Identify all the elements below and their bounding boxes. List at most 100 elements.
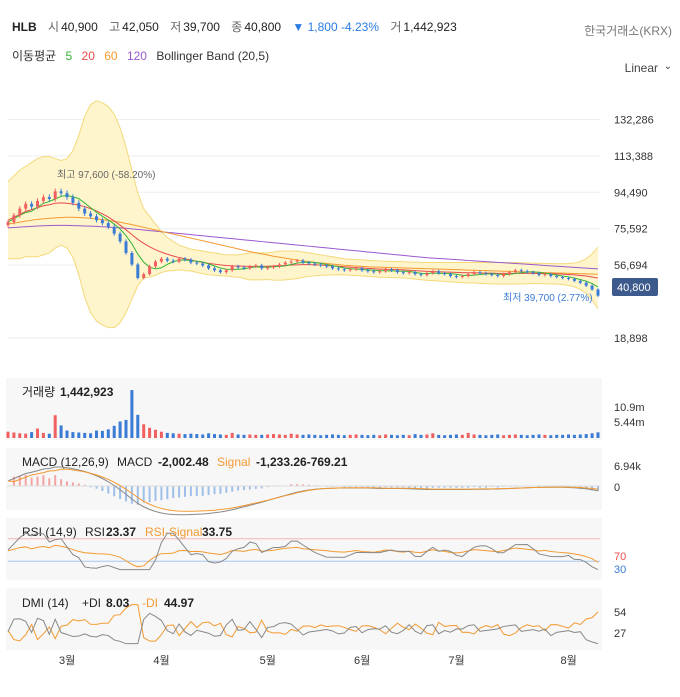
candle-body [124,241,128,253]
rsi-value: 23.37 [106,525,136,539]
macd-histogram-bar [136,486,139,505]
volume-bar [112,425,116,438]
candle-body [496,275,500,277]
volume-bar [242,434,246,438]
volume-bar [248,434,252,438]
volume-bar [260,434,264,438]
rsi-panel-label: RSI (14,9) [22,525,77,539]
volume-bar [283,434,287,438]
min-annotation: 최저 39,700 (2.77%) [503,292,593,304]
volume-bar [531,434,535,438]
candle-body [425,273,429,276]
candle-body [41,197,45,201]
volume-bar [106,429,110,438]
candle-body [466,274,470,277]
macd-histogram-bar [154,486,157,501]
candle-body [537,273,541,276]
candle-body [437,271,441,274]
last-price-value: 40,800 [617,282,651,294]
candle-body [136,264,140,278]
candle-body [567,277,570,279]
volume-bar [378,435,382,438]
x-tick-label: 3월 [59,654,75,667]
volume-bar [549,435,553,438]
candle-body [242,267,246,269]
macd-histogram-bar [160,486,163,501]
volume-bar [454,434,458,438]
macd-tick-1: 6.94k [614,461,641,473]
macd-panel-label: MACD (12,26,9) [22,455,109,469]
candle-body [83,208,87,214]
volume-bar [30,432,34,438]
volume-bar [230,432,234,438]
candle-body [578,280,582,283]
candle-body [207,265,211,269]
volume-bar [89,433,93,438]
macd-histogram-bar [213,486,216,495]
volume-bar [466,432,470,438]
candle-body [319,264,323,266]
candle-body [348,269,352,271]
candle-body [572,278,576,281]
dmi-panel-label: DMI (14) [22,596,69,610]
macd-histogram-bar [18,475,21,487]
candle-body [331,266,334,269]
volume-bar [525,435,529,438]
candle-body [100,220,104,224]
macd-histogram-bar [42,475,45,487]
volume-bar [390,434,393,438]
volume-tick-1: 10.9m [614,402,645,414]
candle-body [272,266,275,268]
volume-bar [395,435,399,438]
price-y-tick: 18,898 [614,333,648,345]
macd-histogram-bar [54,475,57,487]
volume-bar [41,432,45,438]
volume-bar [431,433,435,438]
candle-body [484,273,488,275]
candle-body [395,270,399,273]
volume-bar [413,434,417,438]
macd-histogram-bar [113,486,116,497]
candle-body [218,270,222,273]
macd-histogram-bar [30,477,33,487]
candle-body [454,276,458,278]
x-axis: 3월 4월 5월 6월 7월 8월 [59,654,577,667]
candle-body [525,271,529,273]
candle-body [47,197,51,199]
candle-body [490,274,494,276]
volume-bar [419,434,423,438]
candle-body [230,266,234,271]
macd-signal-value: -1,233.26-769.21 [256,455,348,469]
candle-body [71,197,75,203]
volume-bar [83,432,87,438]
candle-body [549,274,553,277]
macd-label: MACD [117,455,153,469]
volume-bar [513,434,517,438]
candle-body [531,272,535,274]
candle-body [59,191,63,194]
candle-body [478,272,482,274]
macd-histogram-bar [231,486,234,492]
candle-body [543,274,547,276]
macd-tick-2: 0 [614,482,620,494]
macd-histogram-bar [225,486,228,493]
x-tick-label: 5월 [260,654,276,667]
candle-body [24,203,28,209]
candle-body [336,268,340,270]
candle-body [95,216,98,221]
volume-bar [165,432,169,438]
macd-histogram-bar [195,486,198,497]
candle-body [354,268,358,270]
candle-body [130,252,134,265]
candle-body [407,272,411,274]
macd-histogram-bar [201,486,204,496]
macd-histogram-bar [597,486,599,491]
candle-body [30,203,34,207]
volume-bar [130,390,134,438]
candle-body [502,274,506,277]
volume-bar [6,431,10,438]
volume-bar [354,434,358,438]
volume-bar [53,415,57,438]
macd-histogram-bar [207,486,210,496]
macd-signal-label: Signal [217,455,250,469]
